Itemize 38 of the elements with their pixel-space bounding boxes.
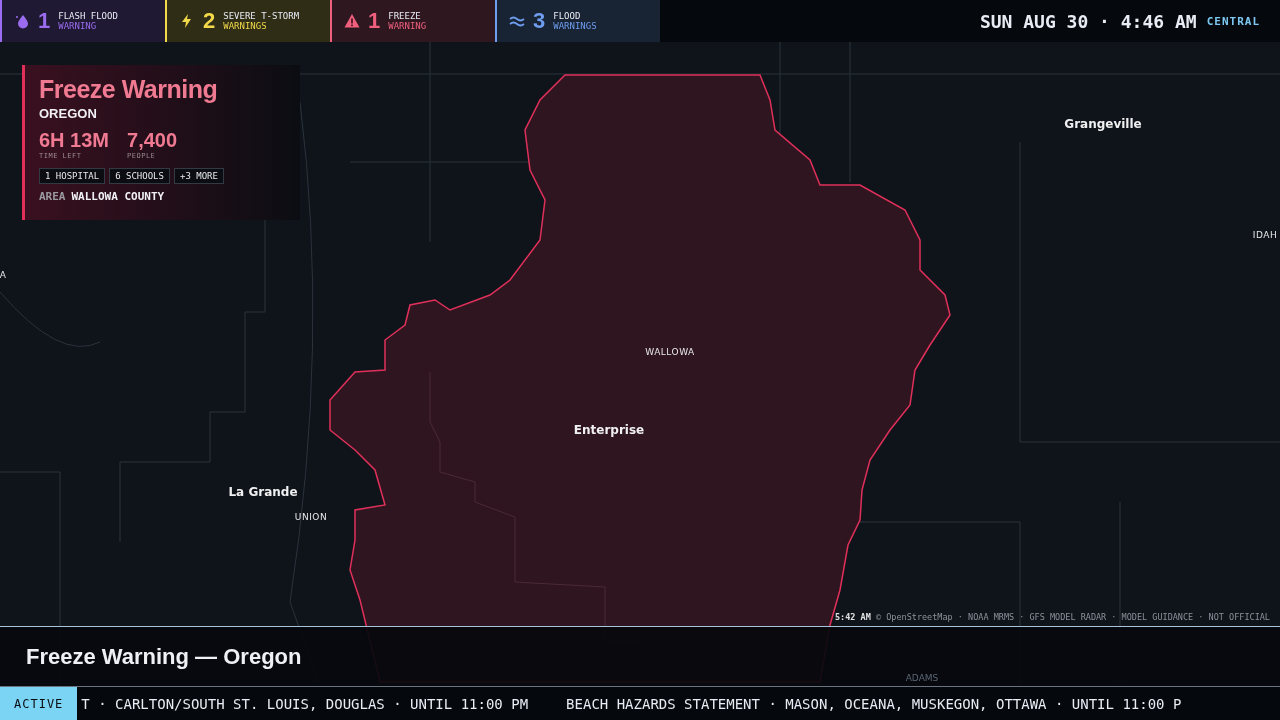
stat-value: 7,400 bbox=[127, 129, 178, 152]
ticker-item: BEACH HAZARDS STATEMENT · MASON, OCEANA, MUSKEGON, OTTAWA · UNTIL 11:00 P bbox=[566, 695, 1182, 712]
map-attribution: 5:42 AM © OpenStreetMap · NOAA MRMS · GFS MODEL RADAR · MODEL GUIDANCE · NOT OFFICIAL bbox=[835, 612, 1270, 622]
alert-type: FREEZE bbox=[388, 11, 422, 21]
alert-count: 2 bbox=[203, 8, 216, 34]
alert-count: 3 bbox=[533, 8, 546, 34]
impact-tag: 6 SCHOOLS bbox=[109, 168, 170, 184]
ticker-item: T · CARLTON/SOUTH ST. LOUIS, DOUGLAS · UNTIL 11:00 PM bbox=[81, 695, 529, 712]
droplet-icon bbox=[14, 13, 30, 29]
region-label: UNION bbox=[294, 512, 328, 522]
alert-region: OREGON bbox=[39, 106, 98, 121]
region-label: A bbox=[0, 270, 7, 280]
alert-type: FLOOD bbox=[553, 11, 582, 21]
caption-title: Freeze Warning — Oregon bbox=[26, 643, 302, 670]
ticker-label: ACTIVE bbox=[0, 687, 78, 720]
city-label: Grangeville bbox=[1064, 117, 1142, 131]
city-label: Enterprise bbox=[573, 423, 645, 437]
city-label: La Grande bbox=[228, 485, 298, 499]
alert-count: 1 bbox=[38, 8, 51, 34]
alert-level: WARNING bbox=[58, 21, 98, 31]
region-label: ADAMS bbox=[905, 673, 939, 683]
impact-tag: +3 MORE bbox=[173, 168, 224, 184]
area-value: WALLOWA COUNTY bbox=[71, 190, 165, 203]
alert-count: 1 bbox=[368, 8, 381, 34]
stat-value: 6H 13M bbox=[39, 129, 110, 152]
alert-level: WARNING bbox=[388, 21, 427, 31]
alert-level: WARNINGS bbox=[553, 21, 597, 31]
alert-type: SEVERE T-STORM bbox=[223, 11, 300, 21]
alert-level: WARNINGS bbox=[223, 21, 268, 31]
region-label: IDAH bbox=[1252, 230, 1278, 240]
date-time: SUN AUG 30 · 4:46 AM bbox=[979, 10, 1197, 32]
alert-type: FLASH FLOOD bbox=[58, 11, 118, 21]
impact-tag: 1 HOSPITAL bbox=[39, 168, 106, 184]
alert-title: Freeze Warning bbox=[39, 75, 219, 104]
region-label: WALLOWA bbox=[645, 347, 695, 357]
time-zone: CENTRAL bbox=[1206, 14, 1260, 28]
area-label: AREA bbox=[39, 190, 66, 203]
warning-icon bbox=[344, 13, 360, 29]
